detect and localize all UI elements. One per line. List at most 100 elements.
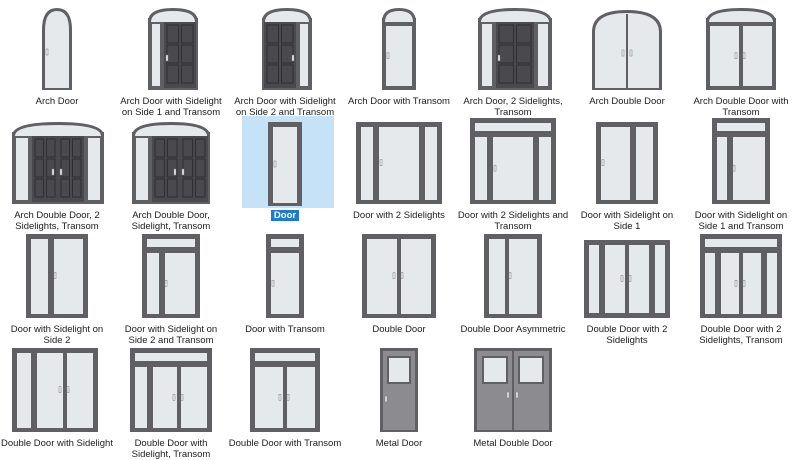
shape-label: Arch Double Door, 2 Sidelights, Transom — [0, 210, 114, 232]
shape-item-double[interactable]: Double Door — [342, 230, 456, 346]
shape-thumbnail — [228, 2, 342, 94]
shape-label: Arch Door with Transom — [342, 96, 456, 107]
shape-label: Door with 2 Sidelights — [342, 210, 456, 221]
shape-item-door-2sl[interactable]: Door with 2 Sidelights — [342, 116, 456, 232]
shape-item-arch-door[interactable]: Arch Door — [0, 2, 114, 118]
shape-label: Double Door with Sidelight, Transom — [114, 438, 228, 460]
shape-label-text: Arch Double Door — [589, 96, 665, 107]
shape-item-double-transom[interactable]: Double Door with Transom — [228, 344, 342, 460]
shape-item-arch-sl2-transom[interactable]: Arch Door with Sidelight on Side 2 and T… — [228, 2, 342, 118]
arch-transom-icon — [382, 8, 416, 90]
double-sl-transom-icon — [130, 348, 212, 432]
shape-label: Double Door with Sidelight — [0, 438, 114, 449]
shape-label: Double Door with 2 Sidelights, Transom — [684, 324, 798, 346]
shape-thumbnail — [570, 230, 684, 322]
door-2sl-icon — [356, 122, 442, 204]
shape-label-text: Arch Door with Transom — [348, 96, 450, 107]
shape-label-text: Double Door with Sidelight, Transom — [131, 438, 211, 460]
shape-label-text: Arch Door with Sidelight on Side 1 and T… — [120, 96, 222, 118]
shape-item-double-sl-transom[interactable]: Double Door with Sidelight, Transom — [114, 344, 228, 460]
arch-double-transom-icon — [706, 8, 776, 90]
shape-label-text: Door with Sidelight on Side 2 — [10, 324, 104, 346]
double-sl-icon — [12, 348, 98, 432]
shape-label-text: Door — [270, 210, 300, 221]
shape-item-double-asym[interactable]: Double Door Asymmetric — [456, 230, 570, 346]
shape-label-text: Door with Sidelight on Side 2 and Transo… — [124, 324, 218, 346]
shape-label: Door with Sidelight on Side 1 — [570, 210, 684, 232]
shape-label: Double Door with 2 Sidelights — [570, 324, 684, 346]
shape-label: Door with Sidelight on Side 2 and Transo… — [114, 324, 228, 346]
shape-item-arch-transom[interactable]: Arch Door with Transom — [342, 2, 456, 118]
door-shape-gallery: Arch Door Arch Door with Sidelight on Sid… — [0, 0, 801, 460]
shape-label-text: Double Door with 2 Sidelights — [586, 324, 668, 346]
shape-label: Double Door Asymmetric — [456, 324, 570, 335]
shape-thumbnail — [228, 230, 342, 322]
shape-item-door-sl1-transom[interactable]: Door with Sidelight on Side 1 and Transo… — [684, 116, 798, 232]
arch-double-2sl-transom-icon — [12, 122, 104, 204]
shape-thumbnail — [0, 116, 114, 208]
shape-item-arch-double-transom[interactable]: Arch Double Door with Transom — [684, 2, 798, 118]
shape-item-metal[interactable]: Metal Door — [342, 344, 456, 460]
shape-label: Double Door with Transom — [228, 438, 342, 449]
shape-label-text: Door with 2 Sidelights — [353, 210, 445, 221]
shape-label-text: Double Door — [372, 324, 426, 335]
arch-sl2-transom-icon — [262, 8, 312, 90]
double-icon — [362, 234, 436, 318]
arch-double-icon — [592, 10, 662, 90]
door-sl1-transom-icon — [712, 118, 770, 204]
shape-item-double-2sl-transom[interactable]: Double Door with 2 Sidelights, Transom — [684, 230, 798, 346]
shape-label-text: Double Door with Sidelight — [1, 438, 113, 449]
shape-thumbnail — [114, 116, 228, 208]
shape-label: Arch Double Door with Transom — [684, 96, 798, 118]
shape-item-door-transom[interactable]: Door with Transom — [228, 230, 342, 346]
shape-thumbnail — [0, 2, 114, 94]
double-2sl-transom-icon — [700, 234, 782, 318]
shape-label-text: Metal Double Door — [473, 438, 553, 449]
double-2sl-icon — [584, 240, 670, 318]
shape-label: Metal Double Door — [456, 438, 570, 449]
shape-item-door-2sl-transom[interactable]: Door with 2 Sidelights and Transom — [456, 116, 570, 232]
shape-label-text: Arch Double Door with Transom — [693, 96, 789, 118]
shape-item-arch-2sl-transom[interactable]: Arch Door, 2 Sidelights, Transom — [456, 2, 570, 118]
arch-sl1-transom-icon — [148, 8, 198, 90]
shape-item-door[interactable]: Door — [228, 116, 342, 232]
shape-thumbnail — [342, 2, 456, 94]
shape-item-metal-double[interactable]: Metal Double Door — [456, 344, 570, 460]
shape-item-arch-double-2sl-transom[interactable]: Arch Double Door, 2 Sidelights, Transom — [0, 116, 114, 232]
shape-thumbnail — [114, 2, 228, 94]
door-transom-icon — [266, 234, 304, 318]
shape-thumbnail — [570, 2, 684, 94]
shape-label: Double Door — [342, 324, 456, 335]
arch-door-icon — [42, 8, 72, 90]
arch-2sl-transom-icon — [478, 8, 552, 90]
shape-thumbnail — [342, 344, 456, 436]
double-asym-icon — [484, 234, 542, 318]
shape-item-arch-sl1-transom[interactable]: Arch Door with Sidelight on Side 1 and T… — [114, 2, 228, 118]
shape-label-text: Door with Sidelight on Side 1 — [580, 210, 674, 232]
shape-label-text: Door with Sidelight on Side 1 and Transo… — [694, 210, 788, 232]
shape-label: Door with Sidelight on Side 2 — [0, 324, 114, 346]
shape-thumbnail — [114, 230, 228, 322]
shape-item-double-2sl[interactable]: Double Door with 2 Sidelights — [570, 230, 684, 346]
shape-thumbnail — [570, 116, 684, 208]
shape-label: Arch Door — [0, 96, 114, 107]
shape-label-text: Arch Door — [35, 96, 79, 107]
shape-thumbnail — [114, 344, 228, 436]
shape-label-text: Arch Door with Sidelight on Side 2 and T… — [234, 96, 336, 118]
shape-label: Door — [228, 210, 342, 221]
shape-item-arch-double[interactable]: Arch Double Door — [570, 2, 684, 118]
door-sl2-icon — [26, 234, 88, 318]
door-icon — [268, 122, 302, 206]
shape-item-door-sl2-transom[interactable]: Door with Sidelight on Side 2 and Transo… — [114, 230, 228, 346]
shape-thumbnail — [0, 230, 114, 322]
shape-label: Door with Transom — [228, 324, 342, 335]
shape-item-double-sl[interactable]: Double Door with Sidelight — [0, 344, 114, 460]
shape-item-door-sl1[interactable]: Door with Sidelight on Side 1 — [570, 116, 684, 232]
shape-label: Door with Sidelight on Side 1 and Transo… — [684, 210, 798, 232]
shape-thumbnail — [456, 2, 570, 94]
double-transom-icon — [250, 348, 320, 432]
shape-item-door-sl2[interactable]: Door with Sidelight on Side 2 — [0, 230, 114, 346]
shape-item-arch-double-sl-transom[interactable]: Arch Double Door, Sidelight, Transom — [114, 116, 228, 232]
shape-label: Door with 2 Sidelights and Transom — [456, 210, 570, 232]
shape-thumbnail — [456, 230, 570, 322]
